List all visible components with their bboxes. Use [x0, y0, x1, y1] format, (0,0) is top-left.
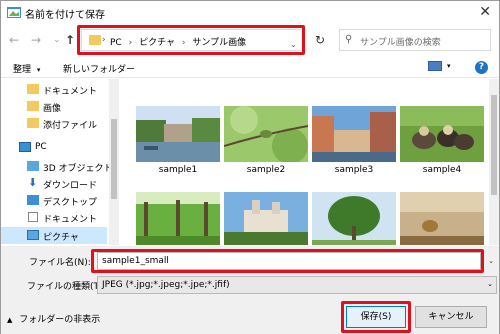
castle-image: [224, 192, 308, 245]
cancel-button[interactable]: キャンセル: [415, 306, 487, 328]
file-list-scrollbar[interactable]: [489, 79, 499, 245]
organize-button[interactable]: 整理 ▾: [13, 62, 40, 75]
download-icon: ⬇: [28, 176, 38, 189]
sidebar-item-label: 3D オブジェクト: [43, 164, 113, 174]
view-options-icon[interactable]: [428, 61, 442, 71]
search-input[interactable]: ⚲ サンプル画像の検索: [339, 29, 491, 51]
canal-image: [136, 106, 220, 162]
back-icon[interactable]: ←: [9, 33, 19, 47]
ducklings-image: [400, 106, 484, 162]
filename-dropdown-icon[interactable]: ⌄: [485, 252, 497, 270]
chevron-down-icon[interactable]: ⌄: [53, 35, 61, 45]
sidebar-item-label: ドキュメント: [43, 87, 98, 97]
window-title: 名前を付けて保存: [25, 10, 105, 21]
forward-icon[interactable]: →: [31, 33, 41, 47]
file-thumbnail-sample4[interactable]: [400, 106, 484, 162]
pictures-icon: [27, 230, 39, 240]
sidebar-item-documents[interactable]: ドキュメント: [1, 209, 107, 226]
save-as-dialog: 名前を付けて保存 ✕ ← → ⌄ ↑ › PC › ピクチャ › サンプル画像 …: [0, 0, 500, 334]
sidebar-item-documents-quick[interactable]: ドキュメント: [1, 81, 107, 98]
city-street-image: [312, 106, 396, 162]
chevron-down-icon[interactable]: ▾: [447, 62, 451, 70]
file-thumbnail-forest[interactable]: [136, 192, 220, 245]
sidebar-item-images[interactable]: 画像: [1, 98, 107, 115]
sidebar-item-label: デスクトップ: [43, 198, 98, 208]
snail-image: [400, 192, 484, 245]
file-name[interactable]: sample4: [400, 165, 484, 175]
organize-label: 整理: [13, 65, 32, 75]
sidebar-item-attachments[interactable]: 添付ファイル: [1, 115, 107, 132]
file-name[interactable]: sample3: [312, 165, 396, 175]
command-bar: 整理 ▾ 新しいフォルダー ▾ ?: [1, 58, 499, 78]
document-icon: [28, 212, 38, 222]
sidebar-scrollbar-thumb[interactable]: [111, 119, 117, 199]
sidebar-item-pc[interactable]: PC: [1, 139, 107, 156]
desktop-icon: [27, 195, 39, 205]
chevron-down-icon: ⌄: [487, 280, 493, 288]
address-highlight-box: [77, 25, 305, 55]
sidebar-item-label: ダウンロード: [43, 181, 98, 191]
pc-icon: [19, 142, 31, 152]
save-highlight-box: [341, 301, 411, 333]
close-icon[interactable]: ✕: [479, 4, 491, 20]
sidebar-item-label: ピクチャ: [43, 233, 79, 243]
3d-objects-icon: [27, 161, 39, 171]
chevron-down-icon: ▾: [36, 66, 41, 74]
sidebar-item-label: 添付ファイル: [43, 121, 98, 131]
file-thumbnail-snail[interactable]: [400, 192, 484, 245]
sidebar-item-label: 画像: [43, 104, 62, 114]
address-row: ← → ⌄ ↑ › PC › ピクチャ › サンプル画像 ⌄ ↻ ⚲ サンプル画…: [1, 23, 499, 57]
filetype-value: JPEG (*.jpg;*.jpeg;*.jpe;*.jfif): [102, 280, 230, 290]
tree-image: [312, 192, 396, 245]
sidebar-item-label: ドキュメント: [43, 215, 98, 225]
sidebar-item-desktop[interactable]: デスクトップ: [1, 192, 107, 209]
file-name[interactable]: sample1: [136, 165, 220, 175]
file-list-scrollbar-thumb[interactable]: [491, 95, 497, 195]
file-thumbnail-sample2[interactable]: [223, 106, 309, 164]
filename-highlight-box: [91, 249, 484, 273]
chevron-up-icon: ▲: [7, 316, 13, 324]
file-list: sample1 sample2 sample3 sample4: [120, 79, 489, 245]
filetype-select[interactable]: JPEG (*.jpg;*.jpeg;*.jpe;*.jfif) ⌄: [97, 276, 497, 294]
folder-icon: [27, 101, 39, 111]
bird-on-branch-image: [223, 106, 309, 164]
sidebar-scrollbar[interactable]: [109, 79, 119, 245]
app-icon: [7, 7, 21, 18]
navigation-pane: ドキュメント 画像 添付ファイル PC 3D オブジェクト ⬇ ダウンロード デ…: [1, 79, 119, 245]
file-name[interactable]: sample2: [224, 165, 308, 175]
new-folder-button[interactable]: 新しいフォルダー: [63, 62, 135, 75]
title-bar: 名前を付けて保存 ✕: [1, 1, 499, 23]
filetype-label: ファイルの種類(T):: [27, 282, 106, 292]
file-thumbnail-sample3[interactable]: [312, 106, 396, 162]
sidebar-item-3d-objects[interactable]: 3D オブジェクト: [1, 158, 113, 175]
file-thumbnail-tree[interactable]: [312, 192, 396, 245]
filename-label: ファイル名(N):: [29, 258, 91, 268]
folder-icon: [27, 118, 39, 128]
forest-image: [136, 192, 220, 245]
help-icon[interactable]: ?: [475, 61, 488, 74]
search-placeholder: サンプル画像の検索: [360, 38, 441, 48]
file-thumbnail-sample1[interactable]: [136, 106, 220, 162]
hide-folders-label: フォルダーの非表示: [19, 315, 101, 325]
file-thumbnail-castle[interactable]: [224, 192, 308, 245]
refresh-icon[interactable]: ↻: [309, 29, 331, 51]
document-folder-icon: [27, 84, 39, 94]
sidebar-item-label: PC: [35, 142, 47, 152]
sidebar-item-downloads[interactable]: ⬇ ダウンロード: [1, 175, 107, 192]
sidebar-item-pictures[interactable]: ピクチャ: [1, 227, 107, 244]
save-options-panel: ファイル名(N): sample1_small ⌄ ファイルの種類(T): JP…: [1, 246, 499, 334]
up-icon[interactable]: ↑: [65, 33, 75, 47]
hide-folders-toggle[interactable]: ▲ フォルダーの非表示: [7, 312, 100, 325]
search-icon: ⚲: [345, 34, 353, 45]
